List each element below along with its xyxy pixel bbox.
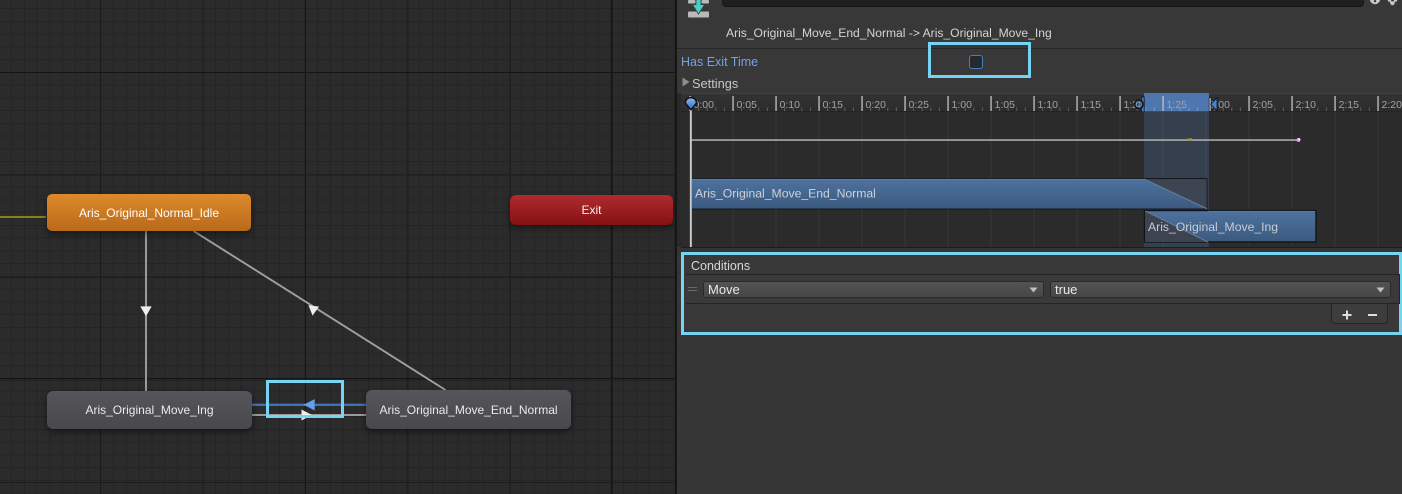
svg-text:2:20: 2:20 [1382, 99, 1402, 111]
svg-text:1:00: 1:00 [952, 99, 973, 111]
svg-text:1:25: 1:25 [1167, 99, 1188, 111]
svg-text:0:05: 0:05 [737, 99, 758, 111]
svg-text:0:10: 0:10 [780, 99, 801, 111]
svg-text:2:05: 2:05 [1253, 99, 1274, 111]
svg-text:1:05: 1:05 [995, 99, 1016, 111]
svg-text:0:20: 0:20 [866, 99, 887, 111]
svg-text:0:15: 0:15 [823, 99, 844, 111]
svg-text:1:10: 1:10 [1038, 99, 1059, 111]
svg-text:Aris_Original_Move_End_Normal: Aris_Original_Move_End_Normal [695, 187, 876, 201]
svg-text:1:15: 1:15 [1081, 99, 1102, 111]
svg-text:Aris_Original_Move_Ing: Aris_Original_Move_Ing [1148, 220, 1278, 234]
svg-text:0:25: 0:25 [909, 99, 930, 111]
svg-text:2:15: 2:15 [1339, 99, 1360, 111]
svg-text:2:10: 2:10 [1296, 99, 1317, 111]
